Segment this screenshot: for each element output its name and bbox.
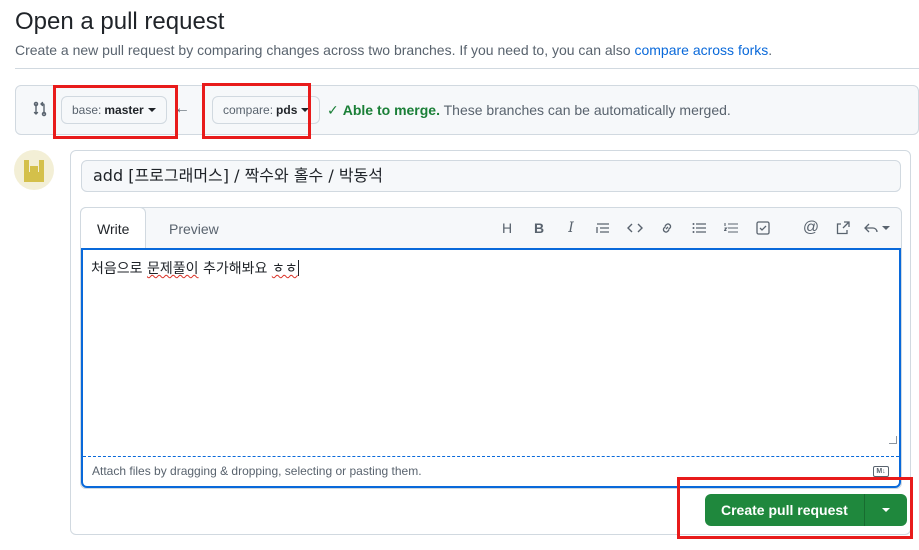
italic-icon[interactable]: I xyxy=(555,216,587,240)
bold-icon[interactable]: B xyxy=(523,216,555,240)
misspelled-word: 문제풀이 xyxy=(146,261,199,277)
divider xyxy=(15,68,919,69)
merge-status-text: These branches can be automatically merg… xyxy=(443,102,731,118)
resize-handle[interactable] xyxy=(889,436,897,444)
body-text-start: 처음으로 xyxy=(91,261,147,277)
body-text-middle: 추가해봐요 xyxy=(198,261,272,277)
tab-preview[interactable]: Preview xyxy=(153,208,235,248)
merge-status-strong: Able to merge. xyxy=(342,102,440,118)
comment-body-text: 처음으로 문제풀이 추가해봐요 ㅎㅎ xyxy=(91,258,299,278)
subtitle-suffix: . xyxy=(768,42,773,58)
misspelled-word: ㅎㅎ xyxy=(271,261,298,277)
quote-icon[interactable] xyxy=(587,216,619,240)
text-cursor xyxy=(297,260,299,276)
page-subtitle: Create a new pull request by comparing c… xyxy=(15,42,772,58)
markdown-icon[interactable]: M↓ xyxy=(873,466,889,477)
highlight-compare xyxy=(202,83,311,139)
reply-icon[interactable] xyxy=(859,216,895,240)
task-list-icon[interactable] xyxy=(747,216,779,240)
check-icon: ✓ xyxy=(327,102,339,118)
page-title: Open a pull request xyxy=(15,8,225,35)
mention-icon[interactable]: @ xyxy=(795,216,827,240)
link-icon[interactable] xyxy=(651,216,683,240)
ordered-list-icon[interactable] xyxy=(715,216,747,240)
unordered-list-icon[interactable] xyxy=(683,216,715,240)
merge-status: ✓ Able to merge. These branches can be au… xyxy=(327,102,731,119)
highlight-base xyxy=(53,85,178,139)
comment-editor: Write Preview H B I @ 처음으로 문제풀이 추가해봐요 ㅎㅎ… xyxy=(80,207,902,489)
attach-hint: Attach files by dragging & dropping, sel… xyxy=(92,464,422,478)
identicon-icon xyxy=(24,160,44,182)
markdown-toolbar: H B I @ xyxy=(491,216,895,240)
avatar[interactable] xyxy=(14,150,54,190)
reference-icon[interactable] xyxy=(827,216,859,240)
comment-body-textarea[interactable]: 처음으로 문제풀이 추가해봐요 ㅎㅎ Attach files by dragg… xyxy=(81,248,901,488)
heading-icon[interactable]: H xyxy=(491,216,523,240)
tab-write[interactable]: Write xyxy=(80,207,147,248)
git-compare-icon xyxy=(33,101,47,117)
code-icon[interactable] xyxy=(619,216,651,240)
highlight-create xyxy=(677,477,913,539)
subtitle-text: Create a new pull request by comparing c… xyxy=(15,42,631,58)
pr-title-input[interactable]: add [프로그래머스] / 짝수와 홀수 / 박동석 xyxy=(81,160,901,192)
chevron-down-icon xyxy=(882,226,890,230)
compare-across-forks-link[interactable]: compare across forks xyxy=(634,42,768,58)
